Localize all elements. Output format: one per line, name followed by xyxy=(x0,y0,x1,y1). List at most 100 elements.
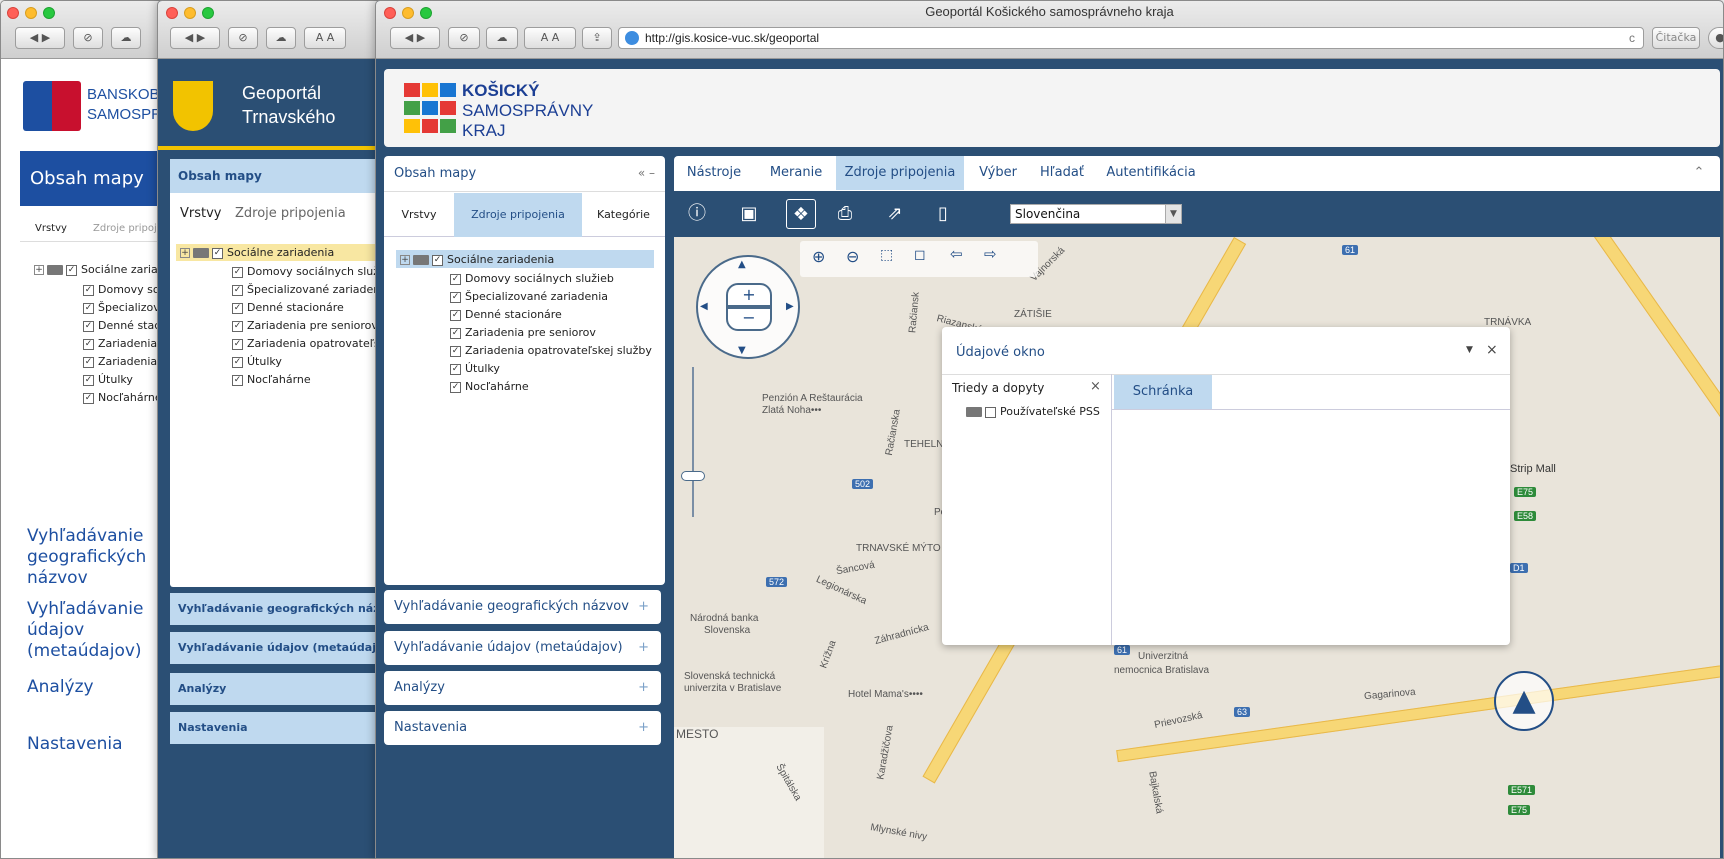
checkbox-icon[interactable]: ✓ xyxy=(83,302,94,314)
checkbox-icon[interactable]: ✓ xyxy=(83,374,94,386)
window-icon[interactable]: ▣ xyxy=(736,201,762,227)
plus-icon[interactable]: + xyxy=(638,631,649,665)
zoom-out-button[interactable]: − xyxy=(726,307,772,331)
checkbox-icon[interactable]: ✓ xyxy=(450,273,461,285)
dropdown-icon[interactable]: ▼ xyxy=(1466,345,1473,355)
layer-group[interactable]: + ✓ Sociálne zariadenia xyxy=(400,253,554,266)
checkbox-icon[interactable]: ✓ xyxy=(232,284,243,296)
checkbox-icon[interactable]: ✓ xyxy=(432,254,443,266)
history-icon[interactable]: ⊘ xyxy=(448,27,480,49)
layer-item[interactable]: ✓ Nocľahárne xyxy=(232,373,311,386)
section-nastavenia[interactable]: Nastavenia + xyxy=(384,711,661,745)
chevron-down-icon[interactable]: ▼ xyxy=(1165,205,1181,223)
pan-down-icon[interactable]: ▼ xyxy=(738,345,746,356)
zoom-box-icon[interactable]: ⬚ xyxy=(880,247,893,263)
zoom-in-button[interactable]: + xyxy=(726,283,772,307)
tab-zdroje[interactable]: Zdroje pripojenia xyxy=(235,206,346,221)
minimize-dot[interactable] xyxy=(25,7,37,19)
close-icon[interactable]: × xyxy=(1486,342,1498,358)
expand-icon[interactable]: + xyxy=(34,265,44,275)
checkbox-icon[interactable]: ✓ xyxy=(232,302,243,314)
checkbox-icon[interactable]: ✓ xyxy=(232,374,243,386)
collapse-icon[interactable]: « – xyxy=(638,166,655,180)
plus-icon[interactable]: + xyxy=(638,711,649,745)
checkbox-icon[interactable]: ✓ xyxy=(232,266,243,278)
checkbox-icon[interactable]: ✓ xyxy=(232,338,243,350)
tab-autentifikacia[interactable]: Autentifikácia xyxy=(1096,156,1206,190)
layer-item[interactable]: ✓ Domovy sociálnych služieb xyxy=(232,265,396,278)
checkbox-icon[interactable]: ✓ xyxy=(83,320,94,332)
reader-button[interactable]: Čitačka xyxy=(1652,27,1700,49)
layer-item[interactable]: ✓ Domovy sociálnych služieb xyxy=(450,272,614,285)
back-forward-icon[interactable]: ◀ ▶ xyxy=(15,27,65,49)
close-dot[interactable] xyxy=(166,7,178,19)
checkbox-icon[interactable]: ✓ xyxy=(83,392,94,404)
address-bar[interactable]: http://gis.kosice-vuc.sk/geoportal c xyxy=(618,27,1644,49)
layer-item[interactable]: ✓ Útulky xyxy=(450,362,500,375)
plus-icon[interactable]: + xyxy=(638,590,649,624)
zoom-in-tool-icon[interactable]: ⊕ xyxy=(812,247,825,266)
section-search-data[interactable]: Vyhľadávanie údajov (metaúdajov) xyxy=(27,599,177,662)
minimize-dot[interactable] xyxy=(184,7,196,19)
tab-zdroje-pripojenia[interactable]: Zdroje pripojenia xyxy=(836,156,964,190)
reload-icon[interactable]: c xyxy=(1629,28,1635,48)
tab-vrstvy[interactable]: Vrstvy xyxy=(35,223,67,234)
tab-vrstvy[interactable]: Vrstvy xyxy=(180,206,222,221)
checkbox-icon[interactable]: ✓ xyxy=(83,356,94,368)
layer-item[interactable]: ✓Zariadenia opatrovateľskej služby xyxy=(232,337,396,350)
next-extent-icon[interactable]: ⇨ xyxy=(984,245,997,263)
section-nastavenia[interactable]: Nastavenia xyxy=(170,712,396,744)
zoom-slider-handle[interactable] xyxy=(681,471,705,481)
cloud-icon[interactable]: ☁ xyxy=(111,27,141,49)
back-forward-icon[interactable]: ◀ ▶ xyxy=(170,27,220,49)
tab-kategorie[interactable]: Kategórie xyxy=(582,193,665,237)
checkbox-icon[interactable]: ✓ xyxy=(450,381,461,393)
history-icon[interactable]: ⊘ xyxy=(228,27,258,49)
section-search-names[interactable]: Vyhľadávanie geografických názvov xyxy=(27,526,177,589)
dropbox-icon[interactable]: ❖ xyxy=(786,199,816,229)
section-analyzy[interactable]: Analýzy xyxy=(170,673,396,705)
checkbox-icon[interactable]: ✓ xyxy=(83,284,94,296)
font-size-icon[interactable]: A A xyxy=(524,27,576,49)
layer-group[interactable]: + ✓ Sociálne zariadenia xyxy=(180,246,334,259)
section-analyzy[interactable]: Analýzy + xyxy=(384,671,661,705)
checkbox-icon[interactable]: ✓ xyxy=(450,363,461,375)
tab-nastroje[interactable]: Nástroje xyxy=(674,156,754,190)
tab-meranie[interactable]: Meranie xyxy=(756,156,836,190)
cloud-icon[interactable]: ☁ xyxy=(266,27,296,49)
clipboard-icon[interactable]: ▯ xyxy=(930,201,956,227)
font-size-icon[interactable]: A A xyxy=(304,27,346,49)
layer-item[interactable]: ✓ Nocľahárne xyxy=(450,380,529,393)
share-icon[interactable]: ⇗ xyxy=(882,201,908,227)
tab-vyber[interactable]: Výber xyxy=(966,156,1030,190)
section-search-data[interactable]: Vyhľadávanie údajov (metaúdajov) xyxy=(170,632,396,664)
layer-item[interactable]: ✓Zariadenia opatrovateľskej služby xyxy=(450,344,652,357)
layer-item[interactable]: ✓ Špecializované zariadenia xyxy=(450,290,608,303)
checkbox-icon[interactable]: ✓ xyxy=(232,356,243,368)
checkbox-icon[interactable]: ✓ xyxy=(450,291,461,303)
history-icon[interactable]: ⊘ xyxy=(73,27,103,49)
pan-left-icon[interactable]: ◀ xyxy=(700,301,708,312)
zoom-slider-track[interactable] xyxy=(692,367,694,517)
section-search-names[interactable]: Vyhľadávanie geografických názvov xyxy=(170,593,396,625)
checkbox-icon[interactable]: ✓ xyxy=(450,327,461,339)
section-search-names[interactable]: Vyhľadávanie geografických názvov + xyxy=(384,590,661,624)
layer-item[interactable]: ✓ Špecializované zariadenia xyxy=(232,283,390,296)
layer-item[interactable]: ✓ Zariadenia pre seniorov xyxy=(232,319,378,332)
cloud-icon[interactable]: ☁ xyxy=(486,27,518,49)
checkbox-icon[interactable]: ✓ xyxy=(232,320,243,332)
tab-schranka[interactable]: Schránka xyxy=(1114,375,1212,409)
checkbox-icon[interactable]: ✓ xyxy=(212,247,223,259)
close-dot[interactable] xyxy=(7,7,19,19)
section-search-data[interactable]: Vyhľadávanie údajov (metaúdajov) + xyxy=(384,631,661,665)
expand-icon[interactable]: + xyxy=(180,248,190,258)
share-icon[interactable]: ⇪ xyxy=(582,27,612,49)
checkbox-icon[interactable]: ✓ xyxy=(83,338,94,350)
layer-item[interactable]: ✓ Útulky xyxy=(232,355,282,368)
collapse-up-icon[interactable]: ⌃ xyxy=(1684,156,1714,190)
language-select[interactable]: Slovenčina ▼ xyxy=(1010,204,1182,224)
previous-extent-icon[interactable]: ⇦ xyxy=(950,245,963,263)
pan-up-icon[interactable]: ▲ xyxy=(738,259,746,270)
layer-item[interactable]: ✓ Denné stacionáre xyxy=(232,301,344,314)
full-extent-icon[interactable]: ◻ xyxy=(914,247,926,263)
